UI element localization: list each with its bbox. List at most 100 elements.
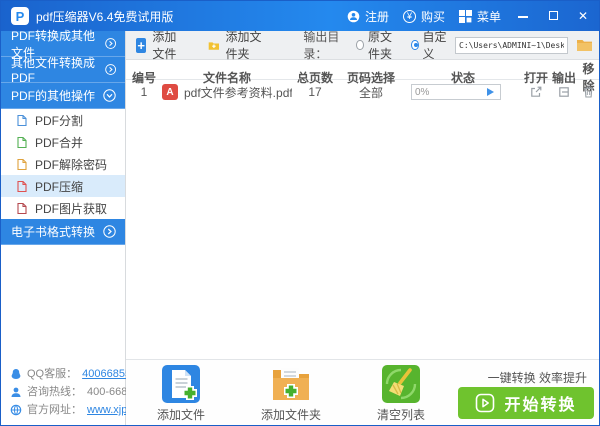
close-button[interactable]: ✕ bbox=[575, 8, 591, 24]
footer-add-folder-button[interactable]: 添加文件夹 bbox=[258, 364, 324, 423]
user-icon bbox=[347, 10, 360, 23]
qq-icon bbox=[10, 368, 22, 380]
sidebar-group-ebook-convert[interactable]: 电子书格式转换 bbox=[1, 219, 125, 245]
add-folder-label: 添加文件夹 bbox=[225, 28, 267, 62]
footer-clear-list-button[interactable]: 清空列表 bbox=[368, 364, 434, 423]
pdf-doc-icon bbox=[16, 136, 28, 149]
titlebar-controls: 注册 ¥ 购买 菜单 ✕ bbox=[347, 8, 591, 25]
menu-grid-icon bbox=[459, 10, 472, 23]
sidebar-item-pdf-compress[interactable]: PDF压缩 bbox=[1, 175, 125, 197]
group-label: PDF的其他操作 bbox=[11, 87, 95, 104]
footer-clear-list-label: 清空列表 bbox=[377, 406, 425, 423]
website-label: 官方网址： bbox=[27, 401, 82, 419]
chevron-down-circle-icon bbox=[103, 89, 116, 102]
chevron-right-circle-icon bbox=[105, 63, 116, 76]
add-file-label: 添加文件 bbox=[152, 28, 185, 62]
sub-item-label: PDF图片获取 bbox=[35, 200, 107, 217]
register-button[interactable]: 注册 bbox=[347, 8, 389, 25]
pdf-doc-icon bbox=[16, 114, 28, 127]
slogan-text: 一键转换 效率提升 bbox=[488, 369, 587, 386]
start-convert-button[interactable]: 开始转换 bbox=[458, 387, 594, 419]
add-file-button[interactable]: + 添加文件 bbox=[136, 28, 186, 62]
sidebar-item-pdf-split[interactable]: PDF分割 bbox=[1, 109, 125, 131]
add-file-big-icon bbox=[161, 364, 201, 404]
footer-add-file-button[interactable]: 添加文件 bbox=[148, 364, 214, 423]
app-body: PDF转换成其他文件 其他文件转换成PDF PDF的其他操作 PDF分割 PDF… bbox=[1, 31, 599, 425]
remove-file-button[interactable] bbox=[578, 85, 599, 99]
group-label: 其他文件转换成PDF bbox=[11, 54, 105, 85]
window-title: pdf压缩器V6.4免费试用版 bbox=[36, 8, 173, 25]
radio-icon bbox=[356, 40, 364, 50]
main-toolbar: + 添加文件 添加文件夹 输出目录： 原文件夹 自定义 bbox=[126, 31, 599, 60]
page-range[interactable]: 全部 bbox=[338, 84, 404, 101]
browse-folder-button[interactable] bbox=[576, 38, 593, 52]
chevron-right-circle-icon bbox=[103, 225, 116, 238]
minimize-button[interactable] bbox=[515, 8, 531, 24]
footer-bar: 添加文件 添加文件夹 bbox=[126, 359, 599, 425]
yen-icon: ¥ bbox=[403, 10, 416, 23]
radio-custom-folder[interactable]: 自定义 bbox=[411, 28, 447, 62]
progress-value: 0% bbox=[412, 87, 429, 98]
sidebar-item-pdf-extract-images[interactable]: PDF图片获取 bbox=[1, 197, 125, 219]
sub-item-label: PDF分割 bbox=[35, 112, 83, 129]
pdf-doc-icon bbox=[16, 202, 28, 215]
row-number: 1 bbox=[126, 85, 162, 99]
sidebar-item-pdf-remove-password[interactable]: PDF解除密码 bbox=[1, 153, 125, 175]
open-external-icon bbox=[529, 85, 543, 99]
output-dir-label: 输出目录： bbox=[303, 28, 346, 62]
pdf-file-icon: A bbox=[162, 84, 178, 100]
radio-checked-icon bbox=[411, 40, 418, 50]
radio-original-label: 原文件夹 bbox=[368, 28, 401, 62]
page-count: 17 bbox=[292, 85, 338, 99]
qq-label: QQ客服： bbox=[27, 365, 77, 383]
buy-button[interactable]: ¥ 购买 bbox=[403, 8, 445, 25]
start-convert-label: 开始转换 bbox=[504, 391, 576, 415]
footer-add-folder-label: 添加文件夹 bbox=[261, 406, 321, 423]
pdf-doc-icon bbox=[16, 158, 28, 171]
output-path-input[interactable] bbox=[455, 37, 568, 54]
add-folder-big-icon bbox=[269, 364, 313, 404]
file-name-cell: A pdf文件参考资料.pdf bbox=[162, 84, 292, 101]
radio-custom-label: 自定义 bbox=[423, 28, 448, 62]
add-file-plus-icon: + bbox=[136, 38, 146, 53]
sidebar: PDF转换成其他文件 其他文件转换成PDF PDF的其他操作 PDF分割 PDF… bbox=[1, 31, 126, 425]
open-output-button[interactable] bbox=[550, 85, 578, 99]
trash-icon bbox=[582, 85, 595, 99]
table-row[interactable]: 1 A pdf文件参考资料.pdf 17 全部 0% bbox=[126, 80, 599, 104]
sidebar-group-pdf-other-ops[interactable]: PDF的其他操作 bbox=[1, 83, 125, 109]
menu-button[interactable]: 菜单 bbox=[459, 8, 501, 25]
sub-item-label: PDF压缩 bbox=[35, 178, 83, 195]
folder-plus-icon bbox=[208, 38, 220, 53]
add-folder-button[interactable]: 添加文件夹 bbox=[208, 28, 268, 62]
sub-item-label: PDF合并 bbox=[35, 134, 83, 151]
menu-label: 菜单 bbox=[477, 8, 501, 25]
table-header: 编号 文件名称 总页数 页码选择 状态 打开 输出 移除 bbox=[126, 60, 599, 80]
main-panel: + 添加文件 添加文件夹 输出目录： 原文件夹 自定义 bbox=[126, 31, 599, 425]
sidebar-group-other-to-pdf[interactable]: 其他文件转换成PDF bbox=[1, 57, 125, 83]
pdf-doc-icon bbox=[16, 180, 28, 193]
status-cell: 0% bbox=[404, 84, 522, 100]
play-icon bbox=[475, 393, 495, 413]
radio-original-folder[interactable]: 原文件夹 bbox=[356, 28, 401, 62]
hotline-label: 咨询热线： bbox=[27, 383, 82, 401]
browse-folder-icon bbox=[576, 38, 593, 52]
file-list-area[interactable] bbox=[126, 104, 599, 359]
globe-icon bbox=[10, 404, 22, 416]
chevron-right-circle-icon bbox=[105, 37, 116, 50]
clear-list-broom-icon bbox=[381, 364, 421, 404]
group-label: 电子书格式转换 bbox=[11, 223, 95, 240]
buy-label: 购买 bbox=[421, 8, 445, 25]
file-name: pdf文件参考资料.pdf bbox=[184, 84, 292, 101]
maximize-button[interactable] bbox=[545, 8, 561, 24]
progress-bar: 0% bbox=[411, 84, 501, 100]
output-folder-icon bbox=[557, 85, 571, 99]
sidebar-item-pdf-merge[interactable]: PDF合并 bbox=[1, 131, 125, 153]
headset-icon bbox=[10, 386, 22, 398]
footer-add-file-label: 添加文件 bbox=[157, 406, 205, 423]
app-logo-icon: P bbox=[11, 7, 29, 25]
register-label: 注册 bbox=[365, 8, 389, 25]
row-start-icon[interactable] bbox=[487, 88, 497, 96]
sub-item-label: PDF解除密码 bbox=[35, 156, 107, 173]
app-window: P pdf压缩器V6.4免费试用版 注册 ¥ 购买 菜单 ✕ PDF转换成其他文… bbox=[0, 0, 600, 426]
open-file-button[interactable] bbox=[522, 85, 550, 99]
